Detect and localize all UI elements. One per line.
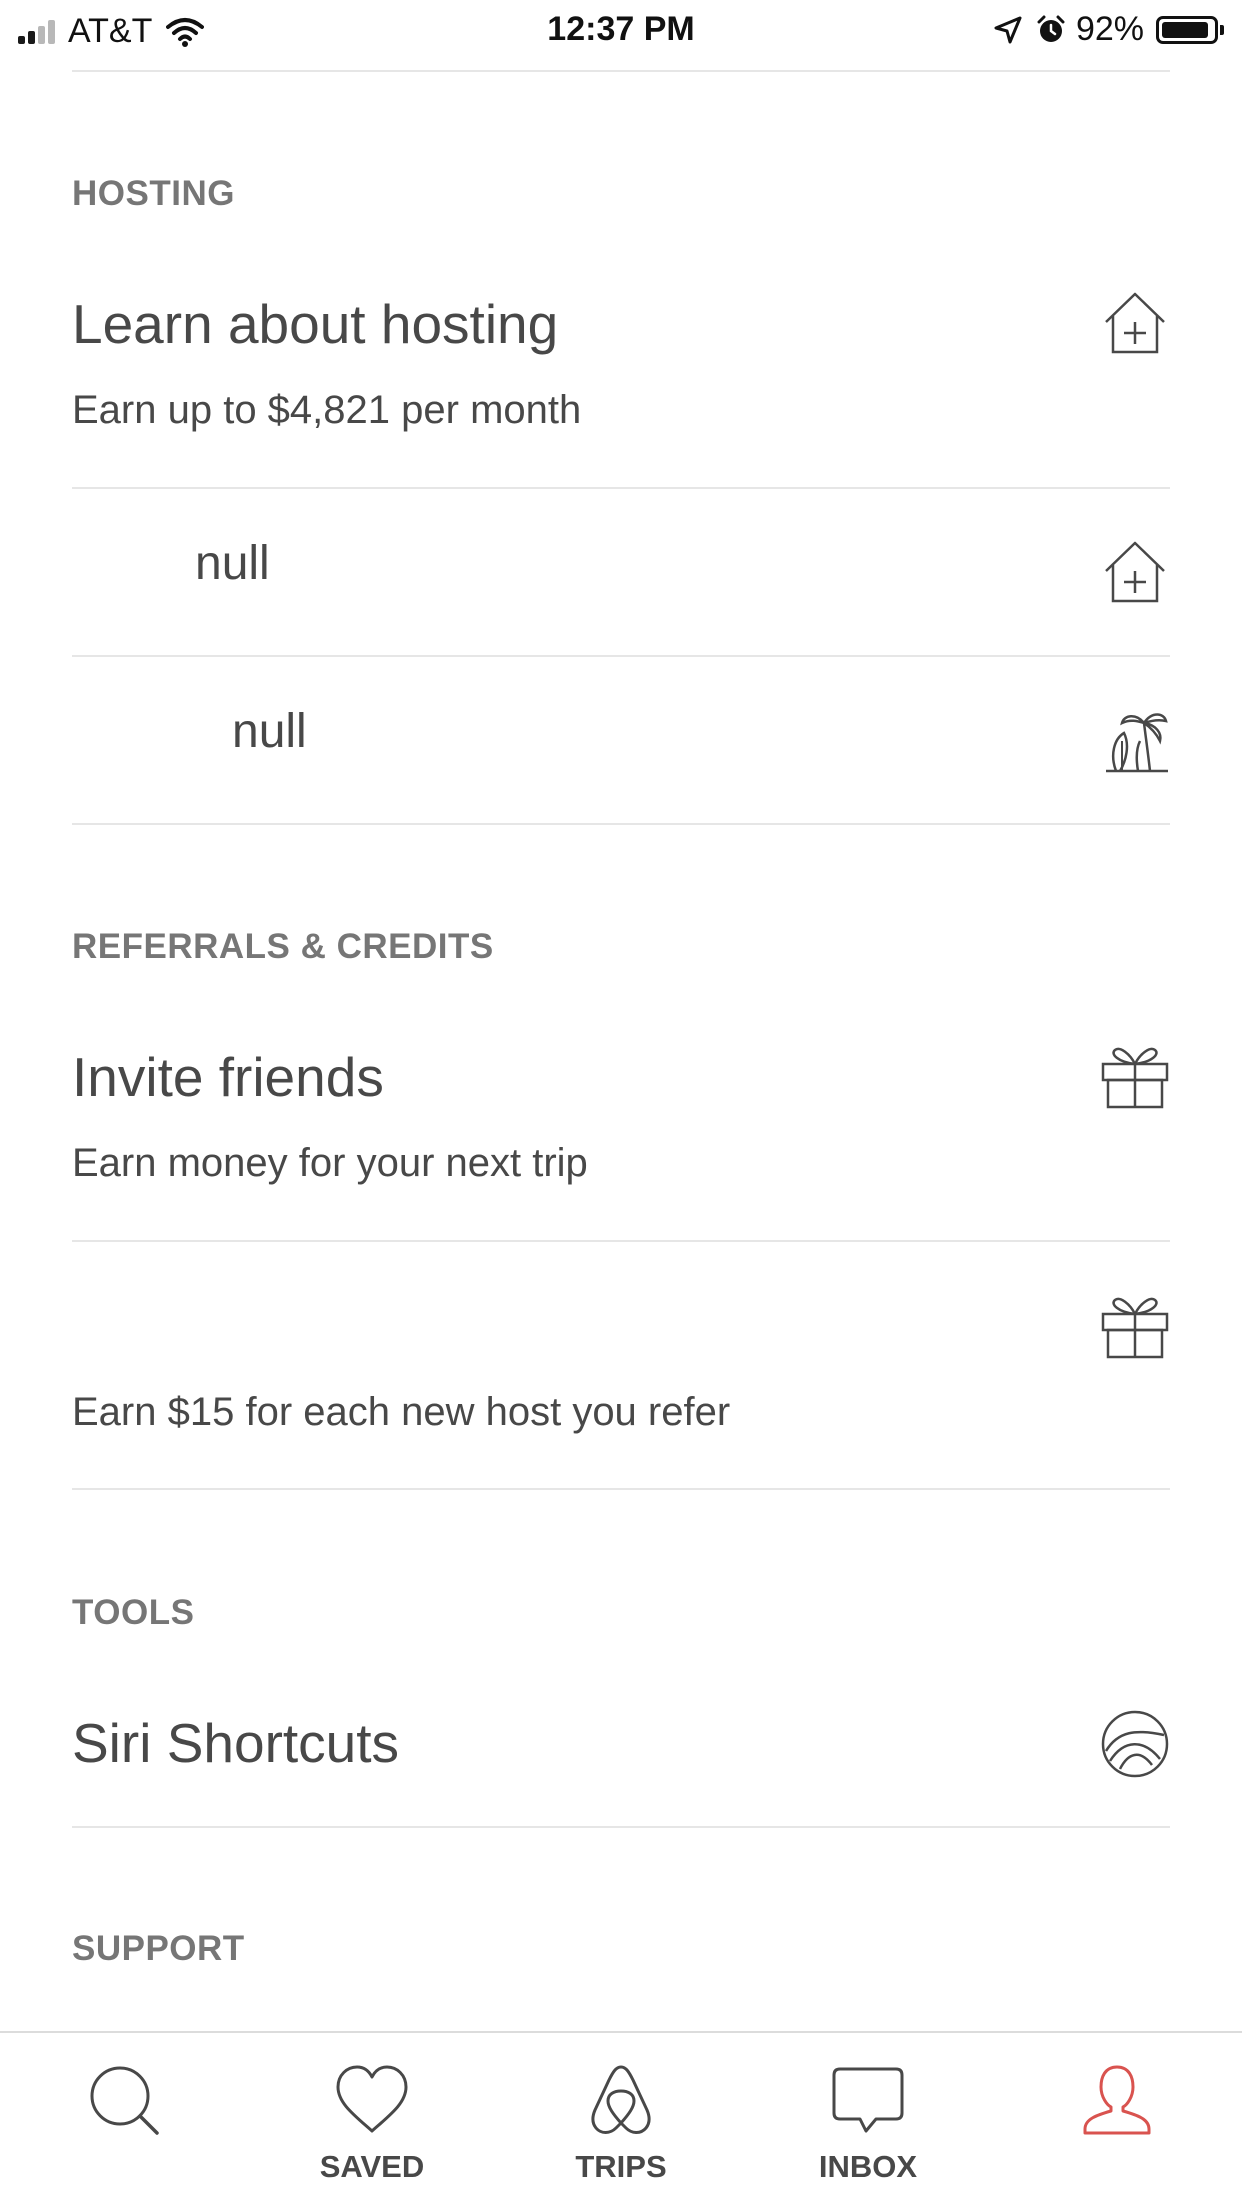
status-right: 92% [994,10,1224,49]
battery-percent: 92% [1075,10,1144,48]
section-header-referrals: REFERRALS & CREDITS [72,927,494,966]
battery-icon [1156,15,1218,44]
tab-label: TRIPS [575,2149,667,2184]
tab-explore[interactable] [25,2033,225,2208]
gift-icon [1100,1040,1170,1110]
tab-label: INBOX [818,2149,918,2184]
row-subtitle: Earn $15 for each new host you refer [72,1390,731,1434]
divider [72,823,1170,825]
alarm-icon [1036,15,1066,45]
row-subtitle: Earn up to $4,821 per month [72,388,582,432]
row-title: Invite friends [72,1046,384,1108]
house-plus-icon [1100,288,1170,358]
row-title: Learn about hosting [72,293,559,355]
tab-label: SAVED [319,2149,425,2184]
heart-icon [334,2063,410,2139]
tab-saved[interactable]: SAVED [272,2033,472,2208]
profile-icon [1079,2063,1155,2139]
divider [72,487,1170,489]
divider [72,70,1170,72]
airbnb-logo-icon [583,2063,659,2139]
tab-bar: SAVED TRIPS INBOX [0,2031,1242,2208]
status-bar: AT&T 12:37 PM 92% [0,0,1242,62]
section-header-hosting: HOSTING [72,174,235,213]
row-title: null [232,705,307,758]
row-title: Siri Shortcuts [72,1712,400,1774]
section-header-tools: TOOLS [72,1593,195,1632]
row-title: null [195,537,270,590]
house-plus-icon [1100,537,1170,607]
chat-bubble-icon [830,2063,906,2139]
gift-icon [1100,1290,1170,1360]
divider [72,1240,1170,1242]
section-header-support: SUPPORT [72,1929,245,1968]
tab-inbox[interactable]: INBOX [768,2033,968,2208]
divider [72,655,1170,657]
palm-tree-icon [1100,705,1170,775]
search-icon [87,2063,163,2139]
location-arrow-icon [994,16,1022,44]
tab-trips[interactable]: TRIPS [521,2033,721,2208]
divider [72,1488,1170,1490]
siri-icon [1100,1709,1170,1779]
row-subtitle: Earn money for your next trip [72,1141,588,1185]
divider [72,1826,1170,1828]
tab-profile[interactable] [1017,2033,1217,2208]
